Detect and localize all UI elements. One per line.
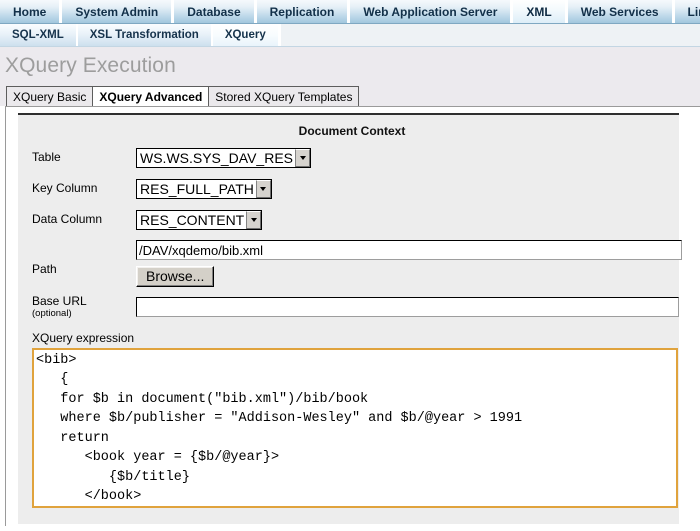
tab-label: XQuery Basic bbox=[13, 89, 87, 104]
tertiary-tab-strip: XQuery Basic XQuery Advanced Stored XQue… bbox=[0, 84, 700, 106]
main-content: Document Context Table WS.WS.SYS_DAV_RES… bbox=[0, 106, 700, 526]
data-column-select[interactable]: RES_CONTENT bbox=[136, 210, 263, 230]
tertiary-tab-list: XQuery Basic XQuery Advanced Stored XQue… bbox=[6, 86, 360, 106]
nav-tab-home[interactable]: Home bbox=[0, 0, 62, 23]
path-controls: Browse... bbox=[136, 240, 682, 287]
subnav-filler bbox=[279, 24, 700, 46]
tab-xquery-advanced[interactable]: XQuery Advanced bbox=[92, 86, 210, 106]
nav-tab-label: System Admin bbox=[75, 4, 159, 19]
chevron-down-icon[interactable] bbox=[246, 211, 262, 229]
nav-tab-database[interactable]: Database bbox=[173, 0, 256, 23]
nav-tab-label: Database bbox=[187, 4, 241, 19]
base-url-input[interactable] bbox=[136, 297, 679, 318]
nav-tab-label: Home bbox=[13, 4, 47, 19]
nav-tab-label: Web Services bbox=[580, 4, 659, 19]
label-base-url-text: Base URL bbox=[32, 294, 87, 308]
subnav-tab-xsl-transformation[interactable]: XSL Transformation bbox=[77, 24, 213, 46]
xquery-editor-frame: <bib> { for $b in document("bib.xml")/bi… bbox=[32, 347, 678, 508]
label-xquery-expression: XQuery expression bbox=[32, 330, 135, 345]
nav-tab-xml[interactable]: XML bbox=[512, 0, 567, 23]
primary-navigation-bar: Home System Admin Database Replication W… bbox=[0, 0, 700, 24]
tab-label: Stored XQuery Templates bbox=[215, 89, 353, 104]
nav-tab-replication[interactable]: Replication bbox=[255, 0, 350, 23]
table-select-value: WS.WS.SYS_DAV_RES bbox=[140, 150, 294, 166]
label-table: Table bbox=[32, 150, 61, 165]
chevron-down-icon[interactable] bbox=[295, 149, 311, 167]
label-data-column: Data Column bbox=[32, 212, 103, 227]
page-title: XQuery Execution bbox=[5, 53, 176, 77]
secondary-navigation-bar: SQL-XML XSL Transformation XQuery bbox=[0, 24, 700, 47]
field-row-table: Table WS.WS.SYS_DAV_RES bbox=[18, 147, 679, 169]
table-select[interactable]: WS.WS.SYS_DAV_RES bbox=[136, 148, 312, 168]
key-column-select-value: RES_FULL_PATH bbox=[140, 181, 254, 197]
tab-xquery-basic[interactable]: XQuery Basic bbox=[6, 86, 94, 106]
label-path: Path bbox=[32, 262, 57, 276]
path-input[interactable] bbox=[136, 240, 682, 260]
tab-stored-xquery-templates[interactable]: Stored XQuery Templates bbox=[208, 86, 360, 106]
subnav-tab-label: SQL-XML bbox=[12, 29, 64, 41]
subnav-tab-xquery[interactable]: XQuery bbox=[212, 24, 280, 46]
subnav-tab-label: XSL Transformation bbox=[89, 29, 199, 41]
xquery-expression-textarea[interactable]: <bib> { for $b in document("bib.xml")/bi… bbox=[34, 349, 676, 506]
label-base-url: Base URL (optional) bbox=[32, 294, 136, 320]
nav-tab-label: XML bbox=[526, 4, 552, 19]
label-base-url-sublabel: (optional) bbox=[32, 307, 72, 319]
subnav-tab-label: XQuery bbox=[224, 29, 266, 41]
section-heading-document-context: Document Context bbox=[298, 124, 406, 138]
field-row-base-url: Base URL (optional) bbox=[18, 294, 679, 320]
data-column-select-value: RES_CONTENT bbox=[140, 212, 245, 228]
nav-tab-web-application-server[interactable]: Web Application Server bbox=[349, 0, 513, 23]
nav-tab-linked-data[interactable]: Linked Data bbox=[673, 0, 700, 23]
chevron-down-icon[interactable] bbox=[255, 180, 271, 198]
field-row-path: Path Browse... bbox=[18, 240, 682, 287]
page-title-band: XQuery Execution bbox=[0, 47, 700, 84]
label-key-column: Key Column bbox=[32, 181, 98, 196]
content-outer-frame: Document Context Table WS.WS.SYS_DAV_RES… bbox=[5, 106, 700, 526]
field-row-key-column: Key Column RES_FULL_PATH bbox=[18, 178, 679, 200]
browse-button[interactable]: Browse... bbox=[136, 266, 215, 287]
tab-label: XQuery Advanced bbox=[99, 89, 203, 104]
nav-tab-web-services[interactable]: Web Services bbox=[566, 0, 674, 23]
key-column-select[interactable]: RES_FULL_PATH bbox=[136, 179, 272, 199]
field-row-data-column: Data Column RES_CONTENT bbox=[18, 209, 679, 231]
nav-tab-label: Linked Data bbox=[687, 4, 700, 19]
nav-tab-system-admin[interactable]: System Admin bbox=[61, 0, 174, 23]
document-context-panel: Document Context Table WS.WS.SYS_DAV_RES… bbox=[18, 113, 682, 524]
subnav-tab-sql-xml[interactable]: SQL-XML bbox=[0, 24, 78, 46]
nav-tab-label: Replication bbox=[269, 4, 335, 19]
nav-tab-label: Web Application Server bbox=[363, 4, 498, 19]
